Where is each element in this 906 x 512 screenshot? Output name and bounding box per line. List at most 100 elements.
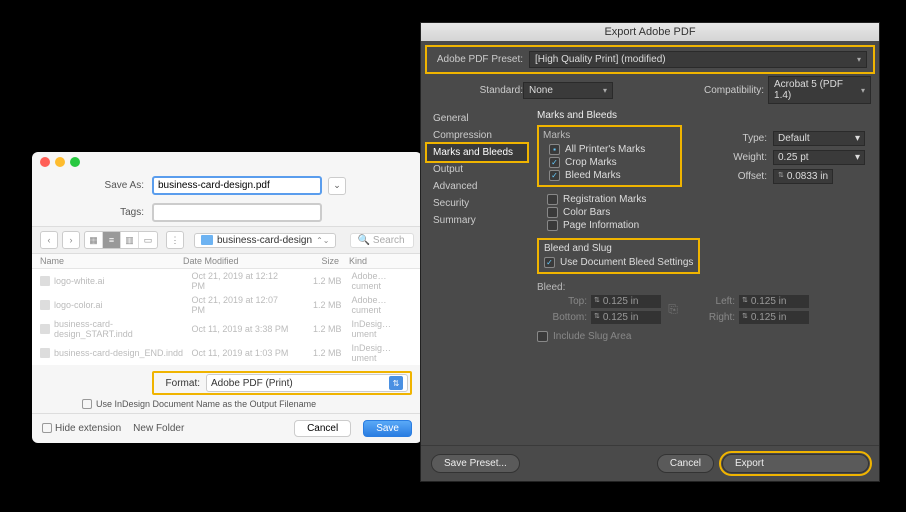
export-button[interactable]: Export bbox=[722, 454, 869, 473]
bleed-highlight: Bleed and Slug Use Document Bleed Settin… bbox=[537, 238, 700, 274]
close-traffic-light[interactable] bbox=[40, 157, 50, 167]
bleed-right-input: ⇅0.125 in bbox=[739, 311, 809, 324]
folder-picker[interactable]: business-card-design ⌃⌄ bbox=[194, 233, 336, 248]
format-select[interactable]: Adobe PDF (Print) ⇅ bbox=[206, 374, 408, 392]
chevron-updown-icon: ⌃⌄ bbox=[316, 236, 329, 245]
all-printers-label: All Printer's Marks bbox=[565, 144, 645, 155]
col-date[interactable]: Date Modified bbox=[183, 256, 287, 266]
expand-icon[interactable]: ⌄ bbox=[328, 177, 346, 195]
search-placeholder: Search bbox=[373, 235, 405, 246]
chevron-updown-icon: ⇅ bbox=[389, 376, 403, 390]
format-value: Adobe PDF (Print) bbox=[211, 378, 293, 389]
file-row[interactable]: business-card-design_END.inddOct 11, 201… bbox=[32, 341, 422, 365]
page-info-checkbox[interactable] bbox=[547, 220, 558, 231]
use-name-checkbox[interactable] bbox=[82, 399, 92, 409]
sidebar-item-general[interactable]: General bbox=[427, 110, 527, 127]
bleed-right-label: Right: bbox=[685, 312, 735, 323]
sidebar-item-marks-bleeds[interactable]: Marks and Bleeds bbox=[425, 142, 529, 163]
stepper-icon: ⇅ bbox=[778, 174, 784, 179]
list-view-icon[interactable]: ≡ bbox=[103, 232, 121, 248]
mac-toolbar: ‹ › ▦ ≡ ▥ ▭ ⋮ business-card-design ⌃⌄ 🔍 … bbox=[32, 226, 422, 254]
registration-label: Registration Marks bbox=[563, 194, 646, 205]
offset-label: Offset: bbox=[725, 171, 767, 182]
compat-label: Compatibility: bbox=[704, 85, 764, 96]
hide-extension-checkbox[interactable]: Hide extension bbox=[42, 423, 121, 434]
sidebar-item-summary[interactable]: Summary bbox=[427, 212, 527, 229]
adobe-sidebar: General Compression Marks and Bleeds Out… bbox=[427, 110, 527, 343]
compat-value: Acrobat 5 (PDF 1.4) bbox=[774, 79, 861, 101]
chevron-down-icon: ▾ bbox=[861, 86, 865, 95]
preset-select[interactable]: [High Quality Print] (modified) ▾ bbox=[529, 51, 867, 68]
folder-icon bbox=[201, 235, 213, 245]
use-doc-bleed-label: Use Document Bleed Settings bbox=[560, 257, 693, 268]
gallery-view-icon[interactable]: ▭ bbox=[139, 232, 157, 248]
bleed-sub: Bleed: bbox=[537, 282, 869, 293]
icon-view-icon[interactable]: ▦ bbox=[85, 232, 103, 248]
file-list-header: Name Date Modified Size Kind bbox=[32, 254, 422, 269]
file-row[interactable]: logo-color.aiOct 21, 2019 at 12:07 PM1.2… bbox=[32, 293, 422, 317]
column-view-icon[interactable]: ▥ bbox=[121, 232, 139, 248]
type-label: Type: bbox=[725, 133, 767, 144]
chevron-down-icon: ▾ bbox=[855, 152, 860, 163]
adobe-title: Export Adobe PDF bbox=[421, 23, 879, 41]
adobe-footer: Save Preset... Cancel Export bbox=[421, 445, 879, 481]
link-icon[interactable]: ⎘ bbox=[665, 302, 681, 317]
col-kind[interactable]: Kind bbox=[349, 256, 414, 266]
sidebar-item-security[interactable]: Security bbox=[427, 195, 527, 212]
save-preset-button[interactable]: Save Preset... bbox=[431, 454, 520, 473]
compat-select[interactable]: Acrobat 5 (PDF 1.4)▾ bbox=[768, 76, 871, 104]
save-button[interactable]: Save bbox=[363, 420, 412, 437]
type-select[interactable]: Default▾ bbox=[773, 131, 865, 146]
standard-value: None bbox=[529, 85, 553, 96]
new-folder-button[interactable]: New Folder bbox=[133, 423, 184, 434]
file-icon bbox=[40, 324, 50, 334]
search-icon: 🔍 bbox=[357, 235, 369, 246]
marks-options: Type: Default▾ Weight: 0.25 pt▾ Offset: ⇅0.… bbox=[725, 131, 865, 188]
file-icon bbox=[40, 348, 50, 358]
view-mode-segmented[interactable]: ▦ ≡ ▥ ▭ bbox=[84, 231, 158, 249]
use-doc-bleed-checkbox[interactable] bbox=[544, 257, 555, 268]
registration-checkbox[interactable] bbox=[547, 194, 558, 205]
bleed-bottom-label: Bottom: bbox=[537, 312, 587, 323]
zoom-traffic-light[interactable] bbox=[70, 157, 80, 167]
preset-label: Adobe PDF Preset: bbox=[433, 54, 523, 65]
crop-marks-checkbox[interactable] bbox=[549, 157, 560, 168]
weight-label: Weight: bbox=[725, 152, 767, 163]
minimize-traffic-light[interactable] bbox=[55, 157, 65, 167]
forward-icon[interactable]: › bbox=[62, 231, 80, 249]
col-name[interactable]: Name bbox=[40, 256, 183, 266]
format-highlight: Format: Adobe PDF (Print) ⇅ bbox=[152, 371, 412, 395]
marks-header: Marks bbox=[543, 130, 676, 141]
bleed-header: Bleed and Slug bbox=[544, 243, 693, 254]
back-icon[interactable]: ‹ bbox=[40, 231, 58, 249]
use-name-label: Use InDesign Document Name as the Output… bbox=[96, 399, 316, 409]
bleed-marks-label: Bleed Marks bbox=[565, 170, 621, 181]
search-input[interactable]: 🔍 Search bbox=[350, 233, 414, 248]
col-size[interactable]: Size bbox=[287, 256, 349, 266]
file-row[interactable]: logo-white.aiOct 21, 2019 at 12:12 PM1.2… bbox=[32, 269, 422, 293]
standard-select[interactable]: None ▾ bbox=[523, 82, 613, 99]
bleed-bottom-input: ⇅0.125 in bbox=[591, 311, 661, 324]
sidebar-item-advanced[interactable]: Advanced bbox=[427, 178, 527, 195]
bleed-marks-checkbox[interactable] bbox=[549, 170, 560, 181]
bleed-top-input: ⇅0.125 in bbox=[591, 295, 661, 308]
cancel-button[interactable]: Cancel bbox=[657, 454, 714, 473]
tags-input[interactable] bbox=[152, 203, 322, 222]
include-slug-label: Include Slug Area bbox=[553, 331, 631, 342]
group-icon[interactable]: ⋮ bbox=[166, 231, 184, 249]
file-icon bbox=[40, 300, 50, 310]
offset-input[interactable]: ⇅0.0833 in bbox=[773, 169, 833, 184]
preset-value: [High Quality Print] (modified) bbox=[535, 54, 666, 65]
save-as-label: Save As: bbox=[42, 180, 152, 191]
cancel-button[interactable]: Cancel bbox=[294, 420, 351, 437]
color-bars-checkbox[interactable] bbox=[547, 207, 558, 218]
include-slug-checkbox[interactable] bbox=[537, 331, 548, 342]
file-row[interactable]: business-card-design_START.inddOct 11, 2… bbox=[32, 317, 422, 341]
chevron-down-icon: ▾ bbox=[857, 55, 861, 64]
weight-select[interactable]: 0.25 pt▾ bbox=[773, 150, 865, 165]
mac-titlebar bbox=[32, 152, 422, 172]
sidebar-item-output[interactable]: Output bbox=[427, 161, 527, 178]
chevron-down-icon: ▾ bbox=[603, 86, 607, 95]
all-printers-checkbox[interactable]: ▪ bbox=[549, 144, 560, 155]
save-as-input[interactable] bbox=[152, 176, 322, 195]
